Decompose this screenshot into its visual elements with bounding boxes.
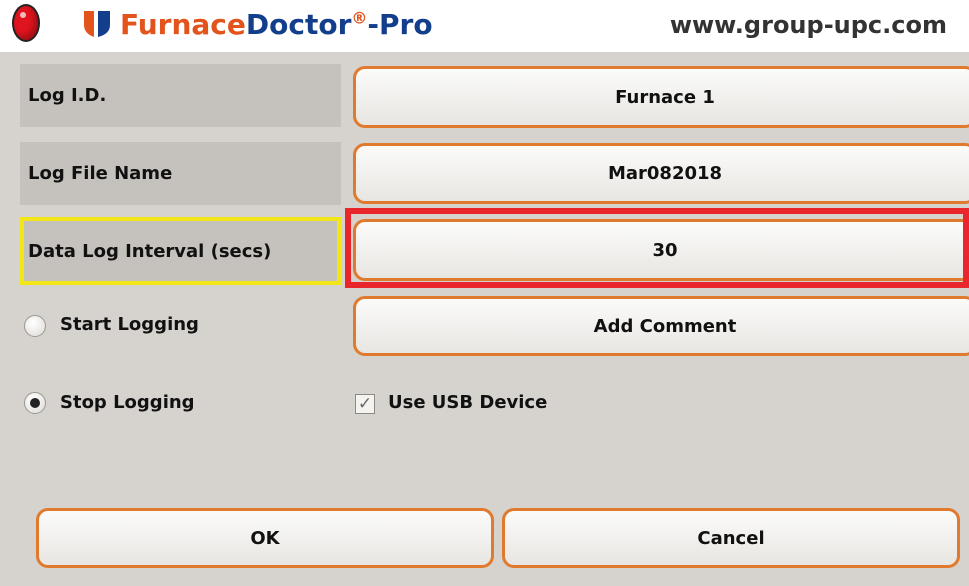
brand-registered-mark: ®	[351, 8, 368, 28]
log-id-field[interactable]: Furnace 1	[353, 66, 969, 128]
stop-logging-label[interactable]: Stop Logging	[60, 392, 195, 413]
record-indicator-icon	[14, 6, 38, 40]
website-url: www.group-upc.com	[669, 11, 947, 39]
add-comment-button[interactable]: Add Comment	[353, 296, 969, 356]
data-log-interval-field[interactable]: 30	[353, 219, 969, 281]
log-file-name-field[interactable]: Mar082018	[353, 143, 969, 204]
cancel-button[interactable]: Cancel	[502, 508, 960, 568]
log-file-name-label: Log File Name	[20, 142, 341, 205]
ok-button[interactable]: OK	[36, 508, 494, 568]
brand-doctor: Doctor	[245, 8, 352, 41]
brand-pro: -Pro	[367, 8, 433, 41]
use-usb-checkbox[interactable]: ✓	[355, 394, 375, 414]
start-logging-label[interactable]: Start Logging	[60, 314, 199, 335]
shield-logo-icon	[84, 11, 110, 37]
brand-furnace: Furnace	[120, 8, 246, 41]
brand-title: FurnaceDoctor®-Pro	[120, 3, 433, 47]
log-id-label: Log I.D.	[20, 64, 341, 127]
data-log-interval-label: Data Log Interval (secs)	[20, 217, 341, 285]
stop-logging-radio[interactable]	[24, 392, 46, 414]
use-usb-label[interactable]: Use USB Device	[388, 392, 547, 413]
start-logging-radio[interactable]	[24, 315, 46, 337]
app-header: FurnaceDoctor®-Pro www.group-upc.com	[0, 0, 969, 52]
